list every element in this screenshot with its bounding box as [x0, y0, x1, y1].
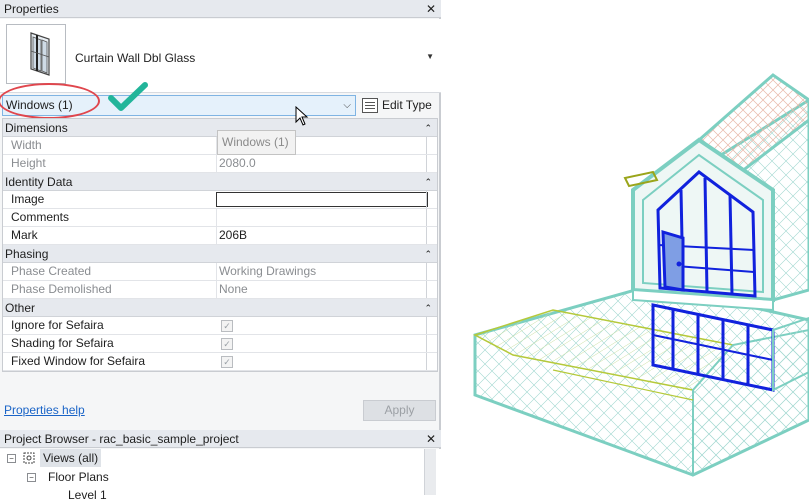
collapse-toggle-icon[interactable]: −	[7, 454, 16, 463]
row-scroll-cell	[426, 227, 437, 244]
image-field[interactable]	[216, 192, 428, 207]
row-scroll-cell	[426, 281, 437, 298]
collapse-toggle-icon[interactable]: −	[27, 473, 36, 482]
group-label: Identity Data	[5, 175, 73, 189]
group-phasing[interactable]: Phasing ⌃	[3, 245, 437, 263]
properties-palette: Properties ✕ Curtain Wall Dbl Glass ▼ Wi…	[0, 0, 441, 502]
project-browser-title-bar: Project Browser - rac_basic_sample_proje…	[0, 430, 441, 448]
edit-type-icon	[362, 98, 378, 113]
row-scroll-cell	[426, 137, 437, 154]
property-key: Phase Demolished	[11, 282, 112, 296]
property-key: Ignore for Sefaira	[11, 318, 104, 332]
property-value[interactable]: None	[216, 281, 426, 298]
properties-help-link[interactable]: Properties help	[4, 403, 85, 417]
property-row-phase-demolished: Phase Demolished None	[3, 281, 437, 299]
tree-item-level-1[interactable]: Level 1	[68, 486, 107, 504]
group-label: Dimensions	[5, 121, 68, 135]
tooltip: Windows (1)	[217, 130, 296, 155]
fixed-window-sefaira-checkbox[interactable]: ✓	[221, 356, 233, 368]
edit-type-button[interactable]: Edit Type	[362, 95, 432, 116]
property-value[interactable]: Working Drawings	[216, 263, 426, 280]
collapse-icon[interactable]: ⌃	[424, 245, 432, 263]
group-other[interactable]: Other ⌃	[3, 299, 437, 317]
property-row-comments: Comments	[3, 209, 437, 227]
type-selector[interactable]: Curtain Wall Dbl Glass ▼	[0, 19, 441, 93]
properties-title-bar: Properties ✕	[0, 0, 441, 18]
property-value[interactable]: 2080.0	[216, 155, 426, 172]
edit-type-label: Edit Type	[382, 98, 432, 112]
property-row-height: Height 2080.0	[3, 155, 437, 173]
property-row-ignore-sefaira: Ignore for Sefaira ✓	[3, 317, 437, 335]
row-scroll-cell	[426, 263, 437, 280]
properties-title: Properties	[4, 2, 59, 16]
building-3d-model	[473, 73, 809, 477]
property-row-shading-sefaira: Shading for Sefaira ✓	[3, 335, 437, 353]
property-key: Fixed Window for Sefaira	[11, 354, 146, 368]
properties-grid: Dimensions ⌃ Width 1400.0 Height 2080.0 …	[2, 118, 438, 372]
collapse-icon[interactable]: ⌃	[424, 119, 432, 137]
row-scroll-cell	[426, 209, 437, 226]
property-key: Mark	[11, 228, 38, 242]
property-key: Shading for Sefaira	[11, 336, 114, 350]
property-key: Phase Created	[11, 264, 92, 278]
comments-field[interactable]	[216, 209, 426, 226]
property-key: Width	[11, 138, 42, 152]
property-key: Image	[11, 192, 45, 206]
row-scroll-cell	[426, 317, 437, 334]
collapse-icon[interactable]: ⌃	[424, 299, 432, 317]
apply-button[interactable]: Apply	[363, 400, 436, 421]
annotation-red-oval	[0, 83, 100, 119]
views-icon	[22, 451, 36, 465]
curtain-wall-thumbnail-icon	[6, 24, 66, 84]
collapse-icon[interactable]: ⌃	[424, 173, 432, 191]
project-browser-tree: − Views (all) − Floor Plans Level 1	[0, 449, 441, 502]
project-browser-scrollbar[interactable]	[424, 449, 436, 495]
tree-item-floor-plans[interactable]: Floor Plans	[48, 468, 109, 486]
group-label: Other	[5, 301, 36, 315]
property-row-mark: Mark 206B	[3, 227, 437, 245]
row-scroll-cell	[426, 353, 437, 370]
properties-footer: Properties help Apply	[0, 398, 441, 422]
project-browser-close-icon[interactable]: ✕	[426, 430, 436, 448]
mouse-pointer-icon	[295, 106, 309, 126]
property-key: Comments	[11, 210, 70, 224]
3d-view-canvas[interactable]	[443, 0, 809, 495]
shading-sefaira-checkbox[interactable]: ✓	[221, 338, 233, 350]
property-key: Height	[11, 156, 46, 170]
ignore-sefaira-checkbox[interactable]: ✓	[221, 320, 233, 332]
annotation-checkmark-icon	[108, 82, 148, 111]
group-identity-data[interactable]: Identity Data ⌃	[3, 173, 437, 191]
project-browser-title: Project Browser - rac_basic_sample_proje…	[4, 432, 239, 446]
property-row-phase-created: Phase Created Working Drawings	[3, 263, 437, 281]
type-name: Curtain Wall Dbl Glass	[75, 51, 196, 65]
chevron-down-icon[interactable]: ⌵	[343, 96, 351, 115]
mark-field[interactable]: 206B	[216, 227, 426, 244]
property-row-image: Image	[3, 191, 437, 209]
row-scroll-cell	[426, 155, 437, 172]
property-row-fixed-window-sefaira: Fixed Window for Sefaira ✓	[3, 353, 437, 371]
tree-item-views-all[interactable]: Views (all)	[40, 449, 102, 467]
row-scroll-cell	[426, 335, 437, 352]
group-label: Phasing	[5, 247, 49, 261]
row-scroll-cell	[426, 191, 437, 208]
type-dropdown-icon[interactable]: ▼	[426, 52, 434, 61]
properties-close-icon[interactable]: ✕	[426, 0, 436, 18]
